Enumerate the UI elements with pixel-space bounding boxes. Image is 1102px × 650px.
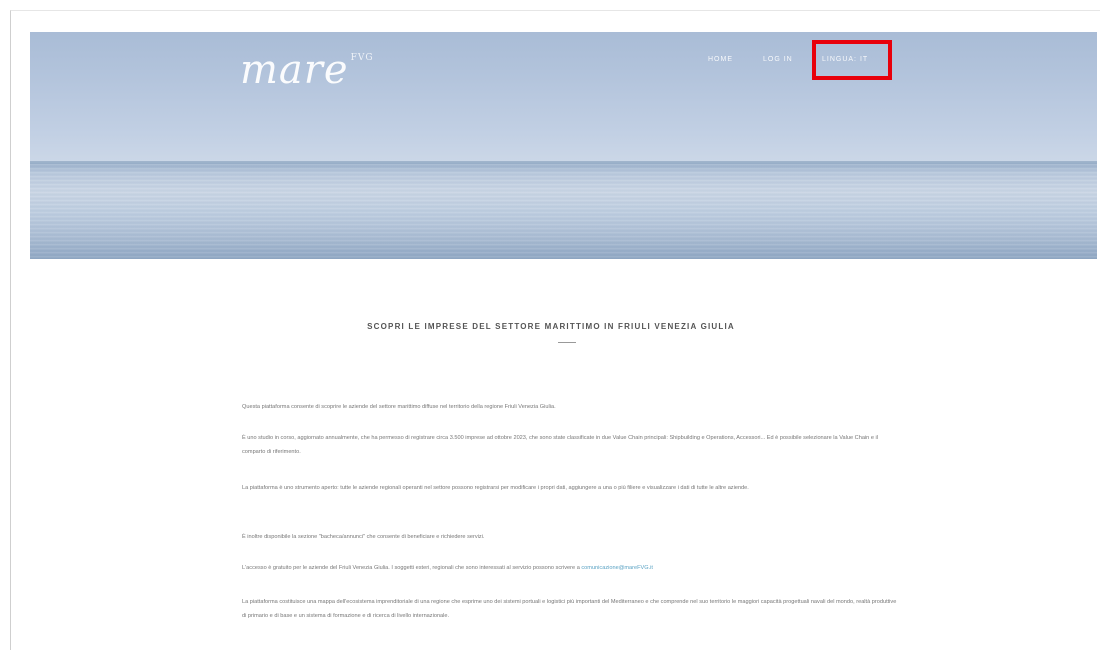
page-heading: SCOPRI LE IMPRESE DEL SETTORE MARITTIMO … [367,322,735,331]
highlight-box [812,40,892,80]
nav-login[interactable]: LOG IN [763,56,793,63]
contact-email-link[interactable]: comunicazione@mareFVG.it [581,565,653,571]
logo-superscript: FVG [350,53,374,63]
sea-waves [30,164,1097,259]
paragraph-board: È inoltre disponibile la sezione "bachec… [242,534,485,540]
paragraph-intro: Questa piattaforma consente di scoprire … [242,404,556,410]
access-text: L'accesso è gratuito per le aziende del … [242,565,580,571]
heading-divider [558,342,576,343]
nav-home[interactable]: HOME [708,56,733,63]
paragraph-ecosystem: La piattaforma costituisce una mappa del… [242,599,897,619]
site-logo[interactable]: mare FVG [240,47,374,93]
paragraph-platform: La piattaforma è uno strumento aperto: t… [242,485,749,491]
paragraph-study: È uno studio in corso, aggiornato annual… [242,435,878,455]
logo-text: mare [240,47,349,93]
paragraph-access: L'accesso è gratuito per le aziende del … [242,561,897,575]
hero-banner [30,32,1097,259]
